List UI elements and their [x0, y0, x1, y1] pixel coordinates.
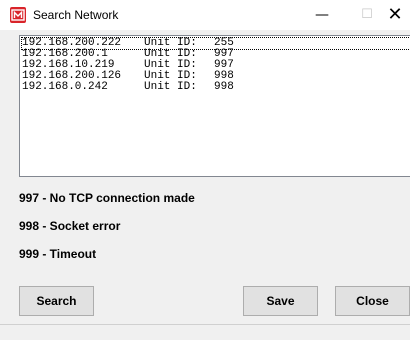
legend-999: 999 - Timeout [19, 247, 97, 261]
ip-address: 192.168.0.242 [22, 81, 108, 93]
legend-998: 998 - Socket error [19, 219, 121, 233]
list-item[interactable]: 192.168.0.242 Unit ID: 998 [22, 82, 410, 93]
unit-id-label: Unit ID: [144, 81, 197, 93]
search-button[interactable]: Search [19, 286, 94, 316]
minimize-button[interactable]: — [300, 0, 344, 30]
window-title: Search Network [33, 8, 119, 22]
unit-id-value: 998 [214, 81, 234, 93]
app-m-icon [10, 7, 26, 23]
save-button[interactable]: Save [243, 286, 318, 316]
close-button[interactable]: Close [335, 286, 410, 316]
status-bar [0, 324, 410, 340]
close-window-button[interactable]: ✕ [380, 0, 410, 30]
search-network-window: Search Network — ☐ ✕ 192.168.200.222 Uni… [0, 0, 410, 340]
legend-997: 997 - No TCP connection made [19, 191, 195, 205]
title-bar[interactable]: Search Network — ☐ ✕ [0, 0, 410, 30]
results-listbox[interactable]: 192.168.200.222 Unit ID: 255 192.168.200… [19, 35, 410, 177]
